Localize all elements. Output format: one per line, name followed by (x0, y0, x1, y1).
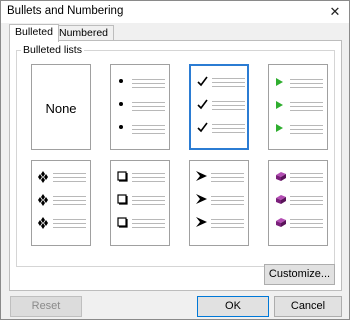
close-button[interactable]: ✕ (327, 4, 343, 20)
preview-row (197, 122, 245, 136)
bulleted-tab-panel: Bulleted lists None Customize... (9, 40, 342, 291)
arrowhead-bullet-icon (196, 171, 207, 181)
bullet-style-arrowhead[interactable] (189, 160, 249, 246)
preview-row (275, 194, 323, 208)
preview-row (275, 217, 323, 231)
dot-bullet-icon (119, 102, 123, 106)
book-bullet-icon (276, 218, 286, 227)
arrowhead-bullet-icon (196, 194, 207, 204)
bulleted-lists-group: Bulleted lists None (16, 44, 335, 267)
diamond-bullet-icon (38, 171, 48, 183)
book-bullet-icon (276, 195, 286, 204)
dot-bullet-icon (119, 79, 123, 83)
preview-row (275, 77, 323, 91)
preview-row (196, 194, 244, 208)
ok-button[interactable]: OK (197, 296, 269, 317)
preview-row (275, 123, 323, 137)
cancel-button[interactable]: Cancel (274, 296, 342, 317)
diamond-bullet-icon (38, 217, 48, 229)
customize-button[interactable]: Customize... (264, 264, 335, 285)
bullet-style-check[interactable] (189, 64, 249, 150)
preview-row (117, 194, 165, 208)
check-bullet-icon (197, 122, 208, 133)
diamond-bullet-icon (38, 194, 48, 206)
preview-row (196, 217, 244, 231)
square-bullet-icon (117, 194, 128, 205)
preview-row (38, 217, 86, 231)
preview-row (197, 76, 245, 90)
preview-row (197, 99, 245, 113)
bullet-style-diamond[interactable] (31, 160, 91, 246)
none-label: None (45, 101, 77, 116)
tab-bulleted[interactable]: Bulleted (9, 24, 59, 42)
green-arrow-bullet-icon (276, 101, 283, 109)
bullet-style-book[interactable] (268, 160, 328, 246)
preview-row (117, 123, 165, 137)
green-arrow-bullet-icon (276, 78, 283, 86)
preview-row (275, 100, 323, 114)
preview-row (117, 100, 165, 114)
preview-row (275, 171, 323, 185)
bullet-style-none[interactable]: None (31, 64, 91, 150)
arrowhead-bullet-icon (196, 217, 207, 227)
bullet-style-dot[interactable] (110, 64, 170, 150)
reset-button[interactable]: Reset (10, 296, 82, 317)
window-title: Bullets and Numbering (7, 5, 124, 17)
group-label: Bulleted lists (21, 44, 84, 56)
dot-bullet-icon (119, 125, 123, 129)
book-bullet-icon (276, 172, 286, 181)
tab-numbered[interactable]: Numbered (53, 25, 115, 41)
square-bullet-icon (117, 171, 128, 182)
title-bar: Bullets and Numbering ✕ (1, 1, 349, 23)
check-bullet-icon (197, 99, 208, 110)
bullets-and-numbering-dialog: Bullets and Numbering ✕ Bulleted Numbere… (0, 0, 350, 320)
check-bullet-icon (197, 76, 208, 87)
green-arrow-bullet-icon (276, 124, 283, 132)
bullet-style-square[interactable] (110, 160, 170, 246)
preview-row (38, 171, 86, 185)
square-bullet-icon (117, 217, 128, 228)
preview-row (117, 77, 165, 91)
preview-row (196, 171, 244, 185)
bullet-style-green-arrow[interactable] (268, 64, 328, 150)
preview-row (117, 171, 165, 185)
preview-row (38, 194, 86, 208)
preview-row (117, 217, 165, 231)
